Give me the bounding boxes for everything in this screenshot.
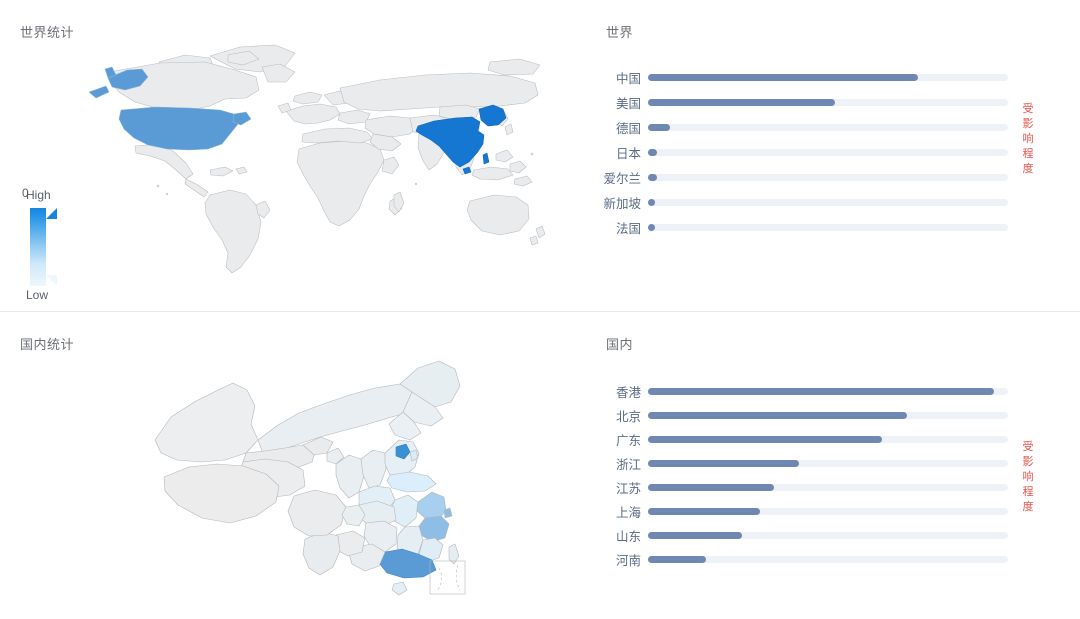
bar-fill bbox=[648, 387, 994, 395]
china-map-panel: 国内统计 bbox=[0, 312, 570, 619]
bar-track bbox=[648, 198, 1008, 206]
bar-row[interactable]: 德国 6 bbox=[570, 116, 1040, 138]
bar-row[interactable]: 广东 65 bbox=[570, 428, 1040, 450]
impact-axis-char: 度 bbox=[1022, 501, 1034, 513]
legend-low-label: Low bbox=[26, 288, 49, 302]
world-map-color-legend: High 0 Low bbox=[22, 186, 92, 306]
impact-axis-label: 受 影 响 程 度 bbox=[1020, 440, 1036, 515]
impact-axis-char: 影 bbox=[1022, 456, 1034, 468]
bar-row[interactable]: 日本 2 bbox=[570, 141, 1040, 163]
bar-track bbox=[648, 73, 1008, 81]
impact-axis-char: 影 bbox=[1022, 118, 1034, 130]
bar-track bbox=[648, 507, 1008, 515]
bar-label: 德国 bbox=[615, 121, 641, 136]
bar-row[interactable]: 美国 52 bbox=[570, 91, 1040, 113]
dashboard-page: 世界统计 High 0 Low 世界 中国 美国 德国 日本 爱尔兰 新加坡 法… bbox=[0, 0, 1080, 619]
bar-fill bbox=[648, 435, 882, 443]
bar-label: 浙江 bbox=[615, 457, 641, 472]
legend-high-label: High bbox=[26, 188, 51, 202]
bar-track bbox=[648, 459, 1008, 467]
legend-gradient-bar bbox=[30, 208, 46, 286]
bar-label: 新加坡 bbox=[603, 196, 641, 211]
bar-label: 山东 bbox=[615, 529, 641, 544]
impact-axis-label: 受 影 响 程 度 bbox=[1020, 102, 1036, 177]
impact-axis-char: 响 bbox=[1022, 133, 1034, 145]
bar-fill bbox=[648, 555, 706, 563]
bar-label: 江苏 bbox=[615, 481, 641, 496]
china-map-graphic[interactable] bbox=[140, 342, 470, 597]
china-chart-panel: 国内 香港 96 北京 72 广东 bbox=[570, 312, 1080, 619]
bar-track bbox=[648, 148, 1008, 156]
bar-fill bbox=[648, 173, 657, 181]
bar-fill bbox=[648, 411, 908, 419]
bar-row[interactable]: 北京 72 bbox=[570, 404, 1040, 426]
bar-label: 中国 bbox=[615, 71, 641, 86]
bar-label: 河南 bbox=[615, 553, 641, 568]
bar-label: 美国 bbox=[615, 96, 641, 111]
impact-axis-char: 受 bbox=[1022, 103, 1034, 115]
bar-fill bbox=[648, 531, 742, 539]
bar-track bbox=[648, 411, 1008, 419]
bar-label: 日本 bbox=[615, 146, 641, 161]
bar-row[interactable]: 爱尔兰 2 bbox=[570, 166, 1040, 188]
bar-label: 爱尔兰 bbox=[603, 171, 641, 186]
bar-fill bbox=[648, 98, 836, 106]
world-map-graphic[interactable] bbox=[60, 36, 550, 286]
bar-row[interactable]: 新加坡 1.5 bbox=[570, 191, 1040, 213]
bar-fill bbox=[648, 459, 800, 467]
impact-axis-char: 受 bbox=[1022, 441, 1034, 453]
impact-axis-char: 程 bbox=[1022, 486, 1034, 498]
bar-row[interactable]: 香港 96 bbox=[570, 380, 1040, 402]
bar-track bbox=[648, 387, 1008, 395]
top-panel-row: 世界统计 High 0 Low 世界 中国 美国 德国 日本 爱尔兰 新加坡 法… bbox=[0, 0, 1080, 311]
bottom-panel-row: 国内统计 国内 香港 北京 广东 浙江 江苏 上海 山东 河南 受 影 响 程 … bbox=[0, 312, 1080, 619]
south-china-sea-inset bbox=[429, 560, 466, 595]
world-bar-chart: 中国 75 美国 52 德国 bbox=[570, 0, 1080, 311]
bar-track bbox=[648, 483, 1008, 491]
bar-fill bbox=[648, 198, 656, 206]
world-chart-panel: 世界 中国 75 美国 52 德国 bbox=[570, 0, 1080, 311]
bar-row[interactable]: 上海 31 bbox=[570, 500, 1040, 522]
bar-label: 北京 bbox=[615, 409, 641, 424]
bar-label: 广东 bbox=[615, 433, 641, 448]
bar-track bbox=[648, 435, 1008, 443]
legend-top-arrow-icon bbox=[46, 208, 57, 219]
bar-row[interactable]: 浙江 42 bbox=[570, 452, 1040, 474]
bar-fill bbox=[648, 123, 670, 131]
china-map-stage bbox=[0, 312, 570, 619]
bar-track bbox=[648, 123, 1008, 131]
bar-track bbox=[648, 98, 1008, 106]
bar-row[interactable]: 法国 1.5 bbox=[570, 216, 1040, 238]
bar-track bbox=[648, 531, 1008, 539]
bar-fill bbox=[648, 507, 760, 515]
impact-axis-char: 程 bbox=[1022, 148, 1034, 160]
bar-track bbox=[648, 223, 1008, 231]
bar-fill bbox=[648, 148, 657, 156]
bar-fill bbox=[648, 223, 656, 231]
bar-fill bbox=[648, 73, 918, 81]
bar-track bbox=[648, 173, 1008, 181]
bar-row[interactable]: 山东 26 bbox=[570, 524, 1040, 546]
bar-label: 香港 bbox=[615, 385, 641, 400]
impact-axis-char: 响 bbox=[1022, 471, 1034, 483]
impact-axis-char: 度 bbox=[1022, 163, 1034, 175]
bar-row[interactable]: 中国 75 bbox=[570, 66, 1040, 88]
bar-fill bbox=[648, 483, 774, 491]
china-bar-chart: 香港 96 北京 72 广东 bbox=[570, 312, 1080, 619]
bar-label: 上海 bbox=[615, 505, 641, 520]
bar-track bbox=[648, 555, 1008, 563]
legend-bottom-notch-icon bbox=[46, 275, 57, 286]
world-map-panel: 世界统计 High 0 Low bbox=[0, 0, 570, 311]
bar-row[interactable]: 河南 16 bbox=[570, 548, 1040, 570]
bar-label: 法国 bbox=[615, 221, 641, 236]
bar-row[interactable]: 江苏 35 bbox=[570, 476, 1040, 498]
